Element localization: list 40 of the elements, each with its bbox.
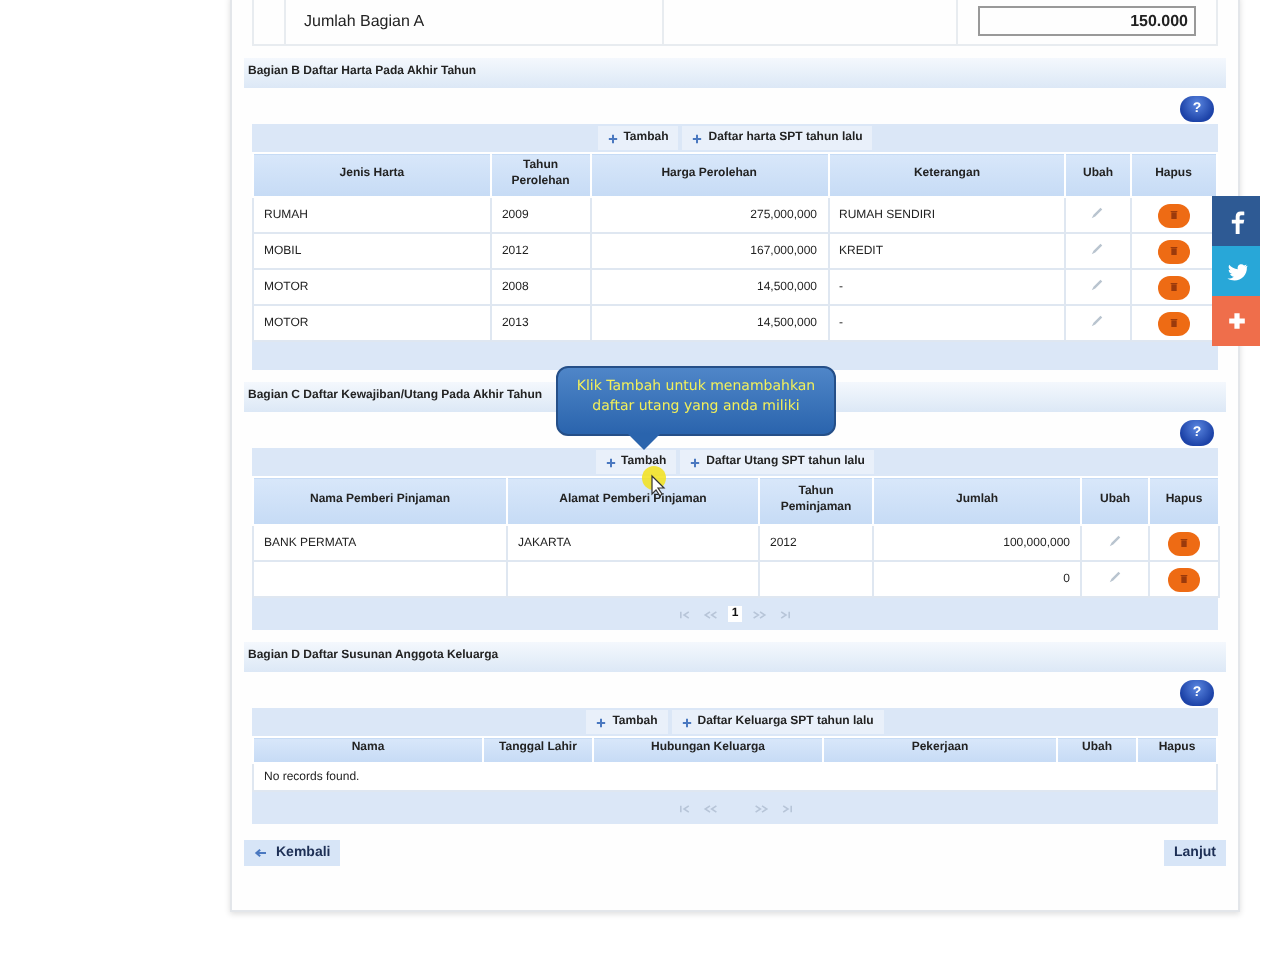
bird-icon [1223, 258, 1249, 284]
plus-icon [607, 133, 618, 143]
previous-page-icon[interactable] [701, 609, 718, 619]
delete-button[interactable] [1157, 275, 1190, 299]
previous-page-icon[interactable] [701, 803, 717, 813]
plus-icon [692, 133, 703, 143]
trash-icon [1180, 538, 1188, 548]
more-share-button[interactable] [1212, 296, 1260, 346]
pencil-icon[interactable] [1108, 570, 1122, 584]
delete-button[interactable] [1168, 531, 1200, 555]
facebook-share-button[interactable] [1212, 196, 1260, 246]
plus-icon [681, 717, 692, 727]
last-page-icon[interactable] [778, 609, 795, 619]
trash-icon [1180, 574, 1188, 584]
plus-icon [1223, 308, 1249, 334]
last-page-icon[interactable] [779, 803, 795, 813]
first-page-icon[interactable] [675, 609, 692, 619]
pencil-icon[interactable] [1108, 534, 1122, 548]
plus-icon [690, 457, 701, 467]
delete-button[interactable] [1157, 311, 1190, 335]
pencil-icon[interactable] [1090, 206, 1105, 220]
delete-button[interactable] [1157, 239, 1190, 263]
pencil-icon[interactable] [1090, 242, 1105, 256]
callout-tail-icon [628, 434, 660, 450]
plus-icon [605, 457, 616, 467]
trash-icon [1169, 210, 1178, 220]
trash-icon [1169, 318, 1178, 328]
trash-icon [1169, 246, 1178, 256]
pencil-icon[interactable] [1090, 278, 1105, 292]
summary-label: Jumlah Bagian A [284, 0, 664, 44]
trash-icon [1169, 282, 1178, 292]
next-page-icon[interactable] [752, 609, 769, 619]
left-arrow-icon [254, 848, 268, 858]
next-page-icon[interactable] [753, 803, 769, 813]
delete-button[interactable] [1168, 567, 1200, 591]
total-field: 150.000 [978, 5, 1196, 35]
delete-button[interactable] [1157, 203, 1190, 227]
pencil-icon[interactable] [1090, 314, 1105, 328]
plus-icon [596, 717, 607, 727]
first-page-icon[interactable] [675, 803, 691, 813]
